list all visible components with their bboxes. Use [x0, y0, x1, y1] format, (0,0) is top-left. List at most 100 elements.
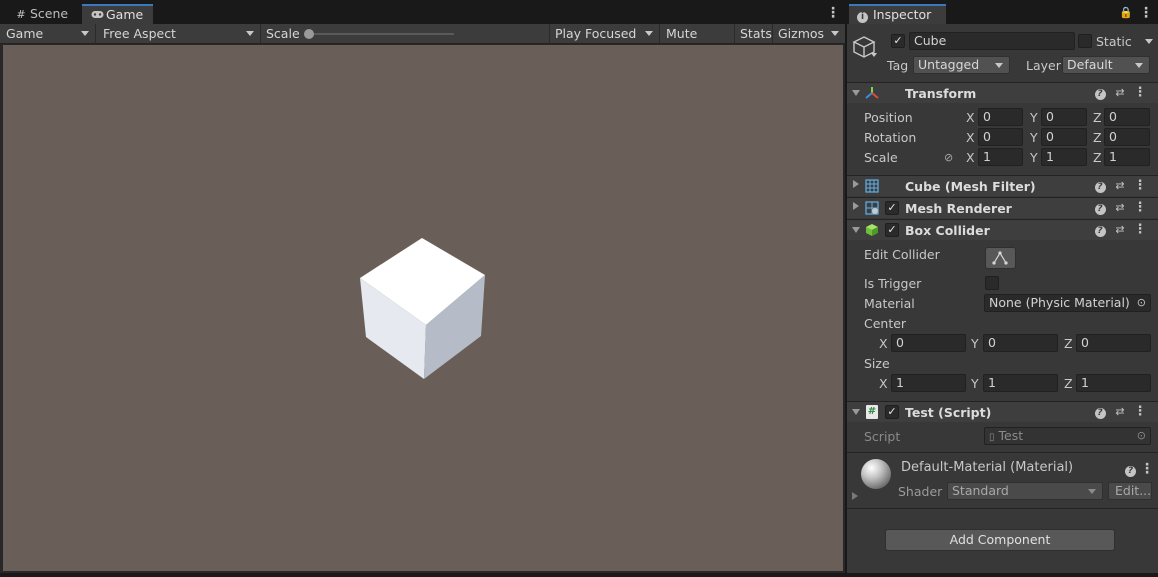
layer-dropdown[interactable]: Default [1062, 56, 1150, 74]
size-y-field[interactable]: 1 [983, 374, 1058, 392]
center-z-field[interactable]: 0 [1076, 334, 1151, 352]
tab-inspector[interactable]: i Inspector [849, 4, 946, 24]
help-icon[interactable]: ? [1090, 179, 1110, 193]
active-checkbox[interactable]: ✓ [891, 34, 905, 48]
layer-label: Layer [1026, 58, 1061, 73]
transform-header[interactable]: Transform ? ⇄ ⋮ [847, 82, 1158, 103]
tag-dropdown[interactable]: Untagged [913, 56, 1010, 74]
foldout-open-icon[interactable] [852, 90, 860, 96]
lock-icon[interactable]: 🔒 [1119, 6, 1133, 19]
play-mode-dropdown[interactable]: Play Focused [549, 24, 660, 44]
mute-audio-toggle[interactable]: Mute Audio [660, 24, 735, 60]
chevron-down-icon [995, 63, 1003, 68]
aspect-dropdown[interactable]: Free Aspect [97, 24, 261, 44]
edit-collider-button[interactable] [985, 247, 1016, 269]
presets-icon[interactable]: ⇄ [1110, 201, 1130, 214]
inspector-menu-icon[interactable]: ⋮ [1139, 6, 1153, 20]
object-picker-icon[interactable]: ⊙ [1137, 295, 1146, 311]
component-menu-icon[interactable]: ⋮ [1130, 200, 1150, 215]
scale-y-field[interactable]: 1 [1041, 148, 1087, 166]
axis-x-label: X [966, 150, 975, 165]
rotation-label: Rotation [864, 130, 917, 145]
position-z-field[interactable]: 0 [1104, 108, 1150, 126]
chevron-down-icon [831, 31, 839, 36]
foldout-closed-icon[interactable] [853, 180, 859, 188]
mesh-renderer-header[interactable]: ✓ Mesh Renderer ? ⇄ ⋮ [847, 197, 1158, 218]
mesh-renderer-enabled-checkbox[interactable]: ✓ [885, 201, 899, 215]
component-menu-icon[interactable]: ⋮ [1130, 404, 1150, 419]
physic-material-field[interactable]: None (Physic Material) ⊙ [984, 294, 1151, 312]
component-menu-icon[interactable]: ⋮ [1130, 178, 1150, 193]
foldout-open-icon[interactable] [852, 409, 860, 415]
center-label: Center [864, 316, 907, 331]
script-enabled-checkbox[interactable]: ✓ [885, 405, 899, 419]
add-component-button[interactable]: Add Component [885, 529, 1115, 551]
component-actions: ? ⇄ ⋮ [1090, 178, 1150, 194]
divider [847, 452, 1158, 453]
scale-slider-handle[interactable] [304, 29, 314, 39]
axis-z-label: Z [1093, 130, 1102, 145]
presets-icon[interactable]: ⇄ [1110, 405, 1130, 418]
icon-dropdown-arrow[interactable] [871, 53, 877, 57]
rotation-y-field[interactable]: 0 [1041, 128, 1087, 146]
foldout-closed-icon[interactable] [853, 202, 859, 210]
is-trigger-checkbox[interactable] [985, 276, 999, 290]
help-icon[interactable]: ? [1090, 405, 1110, 419]
rotation-x-field[interactable]: 0 [978, 128, 1023, 146]
axis-x-label: X [966, 110, 975, 125]
scale-z-field[interactable]: 1 [1104, 148, 1150, 166]
edit-collider-icon [992, 251, 1008, 265]
is-trigger-label: Is Trigger [864, 276, 922, 291]
foldout-open-icon[interactable] [852, 227, 860, 233]
mesh-filter-header[interactable]: Cube (Mesh Filter) ? ⇄ ⋮ [847, 175, 1158, 196]
rotation-z-field[interactable]: 0 [1104, 128, 1150, 146]
presets-icon[interactable]: ⇄ [1110, 179, 1130, 192]
shader-label: Shader [898, 484, 943, 499]
inspector-panel: i Inspector 🔒 ⋮ ✓ Cube Static Tag Untagge… [847, 0, 1158, 573]
script-reference-field: ▯ Test ⊙ [984, 427, 1151, 445]
tab-game[interactable]: Game [82, 4, 154, 24]
game-pane-menu-icon[interactable]: ⋮ [826, 6, 840, 20]
material-menu-icon[interactable]: ⋮ [1140, 462, 1154, 476]
chevron-down-icon [645, 31, 653, 36]
help-icon[interactable]: ? [1125, 462, 1136, 477]
mesh-filter-title: Cube (Mesh Filter) [905, 179, 1036, 194]
shader-edit-button[interactable]: Edit... [1108, 482, 1152, 500]
component-menu-icon[interactable]: ⋮ [1130, 85, 1150, 100]
constrain-proportions-icon[interactable]: ⊘ [944, 151, 953, 164]
shader-dropdown[interactable]: Standard [947, 482, 1103, 500]
help-icon[interactable]: ? [1090, 223, 1110, 237]
help-icon[interactable]: ? [1090, 86, 1110, 100]
material-label: Material [864, 296, 915, 311]
size-z-field[interactable]: 1 [1076, 374, 1151, 392]
static-dropdown-arrow[interactable] [1145, 39, 1153, 44]
component-actions: ? ⇄ ⋮ [1090, 85, 1150, 101]
game-viewport[interactable] [3, 45, 843, 571]
material-foldout-icon[interactable] [852, 492, 858, 500]
position-x-field[interactable]: 0 [978, 108, 1023, 126]
center-x-field[interactable]: 0 [891, 334, 966, 352]
position-y-field[interactable]: 0 [1041, 108, 1087, 126]
component-menu-icon[interactable]: ⋮ [1130, 222, 1150, 237]
scale-x-field[interactable]: 1 [978, 148, 1023, 166]
help-icon[interactable]: ? [1090, 201, 1110, 215]
divider [847, 508, 1158, 509]
presets-icon[interactable]: ⇄ [1110, 86, 1130, 99]
stats-toggle[interactable]: Stats [734, 24, 773, 44]
object-name-field[interactable]: Cube [909, 32, 1075, 50]
center-y-field[interactable]: 0 [983, 334, 1058, 352]
tab-scene[interactable]: # Scene [6, 4, 78, 24]
box-collider-enabled-checkbox[interactable]: ✓ [885, 223, 899, 237]
axis-x-label: X [966, 130, 975, 145]
material-title: Default-Material (Material) [901, 460, 1074, 475]
scale-slider-track[interactable] [308, 33, 454, 35]
static-checkbox[interactable] [1078, 34, 1092, 48]
component-actions: ? ⇄ ⋮ [1090, 200, 1150, 216]
presets-icon[interactable]: ⇄ [1110, 223, 1130, 236]
display-dropdown[interactable]: Game [0, 24, 96, 44]
mesh-renderer-icon [865, 201, 879, 218]
test-script-header[interactable]: # ✓ Test (Script) ? ⇄ ⋮ [847, 401, 1158, 422]
box-collider-header[interactable]: ✓ Box Collider ? ⇄ ⋮ [847, 219, 1158, 240]
gizmos-dropdown[interactable]: Gizmos [772, 24, 845, 44]
size-x-field[interactable]: 1 [891, 374, 966, 392]
